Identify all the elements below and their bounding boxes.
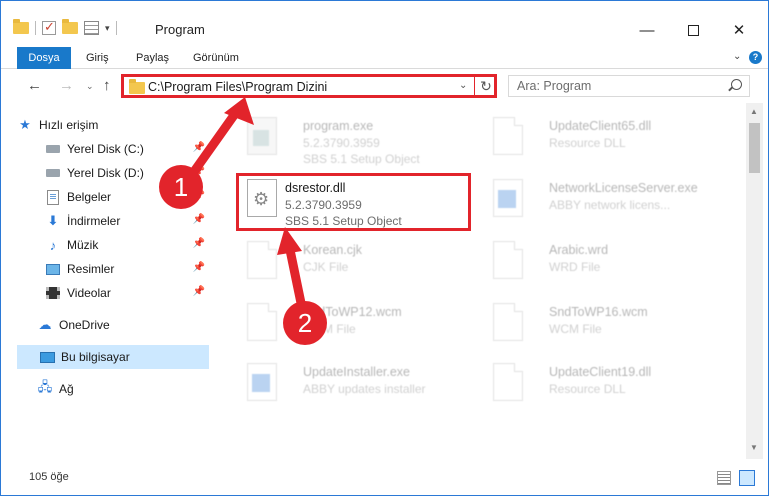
annotation-badge-2: 2 — [283, 301, 327, 345]
annotation-arrows — [189, 97, 306, 304]
annotation-badge-1: 1 — [159, 165, 203, 209]
explorer-window: ▾ Program — ✕ Dosya Giriş Paylaş Görünüm… — [0, 0, 769, 496]
annotation-arrowhead-2 — [277, 227, 302, 255]
annotation-arrow-1 — [189, 108, 241, 176]
annotation-arrow-2 — [284, 244, 306, 304]
